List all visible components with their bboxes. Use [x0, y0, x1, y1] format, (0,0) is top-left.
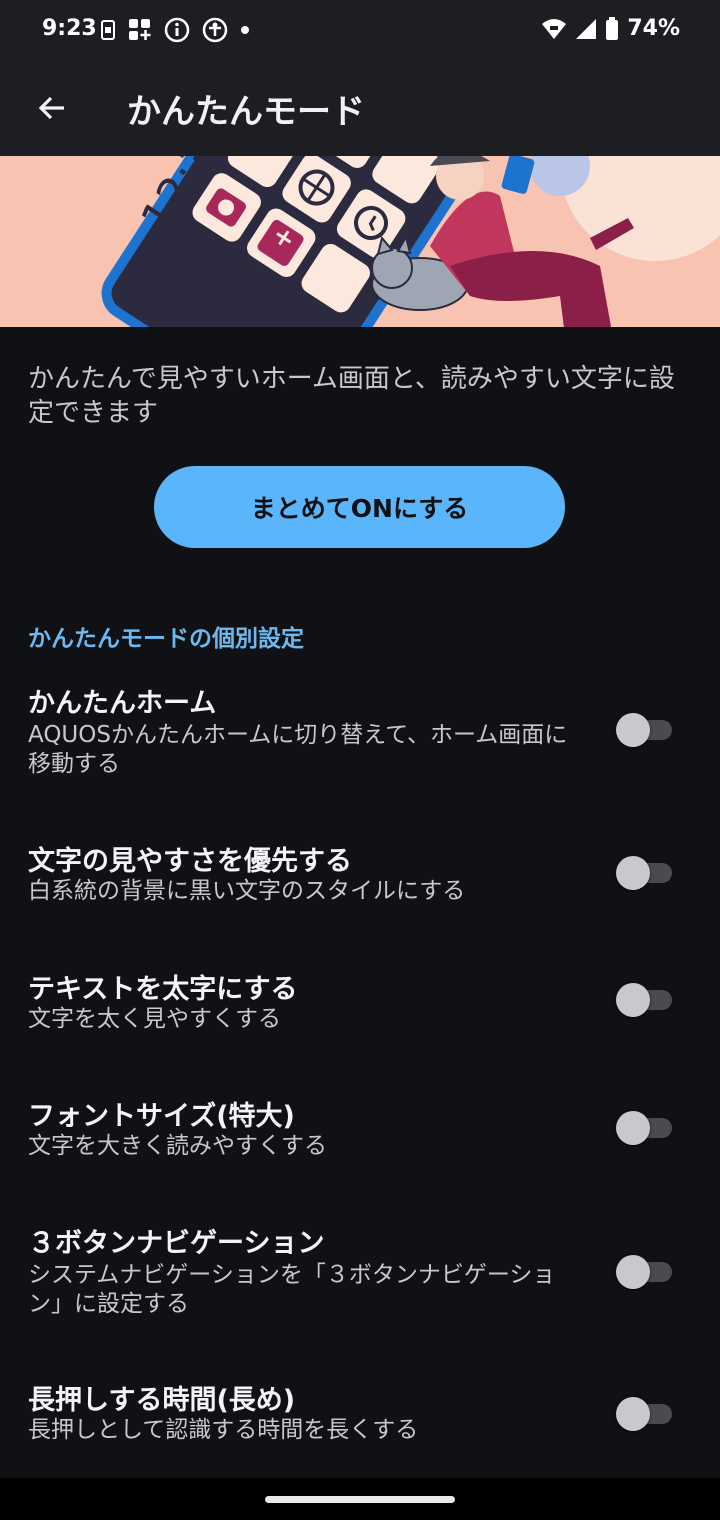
three-button-nav-toggle[interactable]	[616, 1255, 674, 1289]
setting-text-visibility[interactable]: 文字の見やすさを優先する 白系統の背景に黒い文字のスタイルにする	[0, 830, 720, 920]
setting-title: テキストを太字にする	[28, 974, 298, 1005]
accessibility-icon	[202, 17, 228, 43]
easy-home-toggle[interactable]	[616, 713, 674, 747]
toggle-thumb	[616, 713, 650, 747]
setting-easy-home[interactable]: かんたんホーム AQUOSかんたんホームに切り替えて、ホーム画面に移動する	[0, 668, 720, 788]
navigation-bar	[0, 1478, 720, 1520]
back-button[interactable]	[28, 84, 76, 132]
long-press-toggle[interactable]	[616, 1397, 674, 1431]
toggle-thumb	[616, 983, 650, 1017]
setting-subtitle: システムナビゲーションを「３ボタンナビゲーション」に設定する	[28, 1262, 556, 1317]
text-visibility-toggle[interactable]	[616, 856, 674, 890]
apps-plus-icon	[129, 19, 151, 40]
signal-icon	[576, 18, 597, 39]
toggle-thumb	[616, 1397, 650, 1431]
bold-text-toggle[interactable]	[616, 983, 674, 1017]
hero-illustration: 12:3	[0, 156, 720, 327]
setting-subtitle: 文字を太く見やすくする	[28, 1006, 281, 1032]
page-title: かんたんモード	[127, 92, 365, 132]
setting-long-press[interactable]: 長押しする時間(長め) 長押しとして認識する時間を長くする	[0, 1370, 720, 1460]
font-size-toggle[interactable]	[616, 1111, 674, 1145]
mode-description: かんたんで見やすいホーム画面と、読みやすい文字に設定できます	[28, 364, 675, 428]
app-bar: かんたんモード	[0, 60, 720, 156]
arrow-back-icon	[38, 96, 64, 120]
setting-title: ３ボタンナビゲーション	[28, 1228, 325, 1259]
toggle-thumb	[616, 856, 650, 890]
easy-mode-illustration: 12:3	[0, 156, 720, 327]
setting-title: フォントサイズ(特大)	[28, 1101, 295, 1132]
notification-icons	[100, 17, 250, 43]
setting-bold-text[interactable]: テキストを太字にする 文字を太く見やすくする	[0, 958, 720, 1048]
info-icon	[164, 17, 190, 43]
status-bar: 9:23 74%	[0, 0, 720, 60]
setting-font-size[interactable]: フォントサイズ(特大) 文字を大きく読みやすくする	[0, 1086, 720, 1176]
setting-subtitle: 文字を大きく読みやすくする	[28, 1133, 327, 1159]
setting-subtitle: AQUOSかんたんホームに切り替えて、ホーム画面に移動する	[28, 722, 568, 777]
wifi-icon	[542, 18, 567, 39]
dot-icon	[241, 26, 249, 34]
setting-title: 文字の見やすさを優先する	[28, 846, 352, 877]
setting-title: 長押しする時間(長め)	[28, 1385, 296, 1416]
setting-three-button-nav[interactable]: ３ボタンナビゲーション システムナビゲーションを「３ボタンナビゲーション」に設定…	[0, 1212, 720, 1332]
battery-icon	[606, 16, 619, 40]
section-header: かんたんモードの個別設定	[28, 626, 304, 652]
setting-subtitle: 長押しとして認識する時間を長くする	[28, 1417, 419, 1443]
system-status-icons: 74%	[541, 16, 680, 41]
setting-title: かんたんホーム	[28, 688, 217, 719]
status-time: 9:23	[42, 16, 97, 41]
toggle-thumb	[616, 1111, 650, 1145]
setting-subtitle: 白系統の背景に黒い文字のスタイルにする	[28, 878, 466, 904]
sim-icon	[101, 20, 115, 40]
battery-percent: 74%	[627, 16, 680, 41]
home-gesture-handle[interactable]	[265, 1496, 455, 1503]
toggle-thumb	[616, 1255, 650, 1289]
enable-all-button[interactable]: まとめてONにする	[154, 466, 565, 548]
